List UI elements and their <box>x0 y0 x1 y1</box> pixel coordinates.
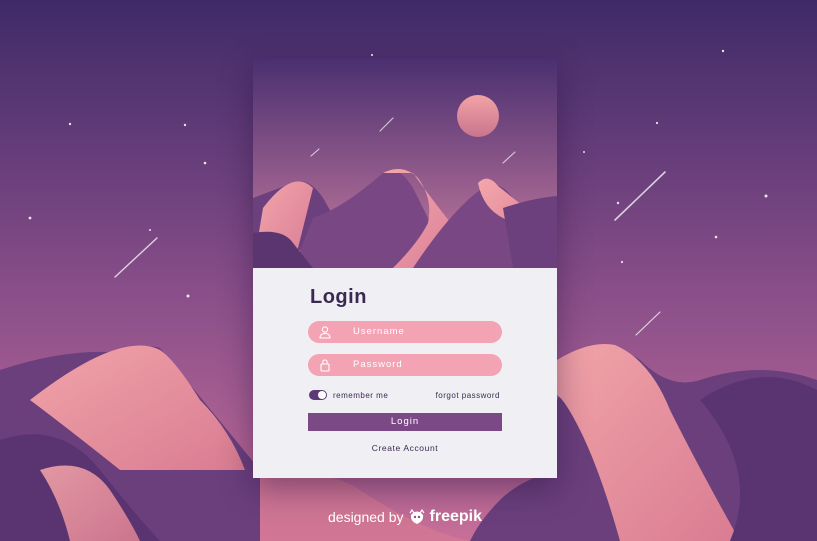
username-placeholder: Username <box>353 326 405 337</box>
username-field[interactable]: Username <box>308 321 502 343</box>
credit-brand: freepik <box>429 508 482 525</box>
remember-me-toggle[interactable] <box>309 390 327 400</box>
login-title: Login <box>310 286 367 308</box>
user-icon <box>319 326 331 339</box>
credit-line: designed by freepik <box>328 506 482 528</box>
password-placeholder: Password <box>353 359 403 370</box>
forgot-password-link[interactable]: forgot password <box>436 391 500 400</box>
toggle-knob <box>318 391 326 399</box>
credit-prefix: designed by <box>328 509 404 525</box>
login-button[interactable]: Login <box>308 413 502 431</box>
password-field[interactable]: Password <box>308 354 502 376</box>
login-card: Login Username Password remember me forg… <box>253 58 557 478</box>
create-account-link[interactable]: Create Account <box>308 443 502 453</box>
login-form: Login Username Password remember me forg… <box>253 268 557 478</box>
remember-me-label: remember me <box>333 391 389 400</box>
lock-icon <box>320 359 330 372</box>
freepik-logo-icon <box>409 509 425 524</box>
card-header-illustration <box>253 58 557 268</box>
